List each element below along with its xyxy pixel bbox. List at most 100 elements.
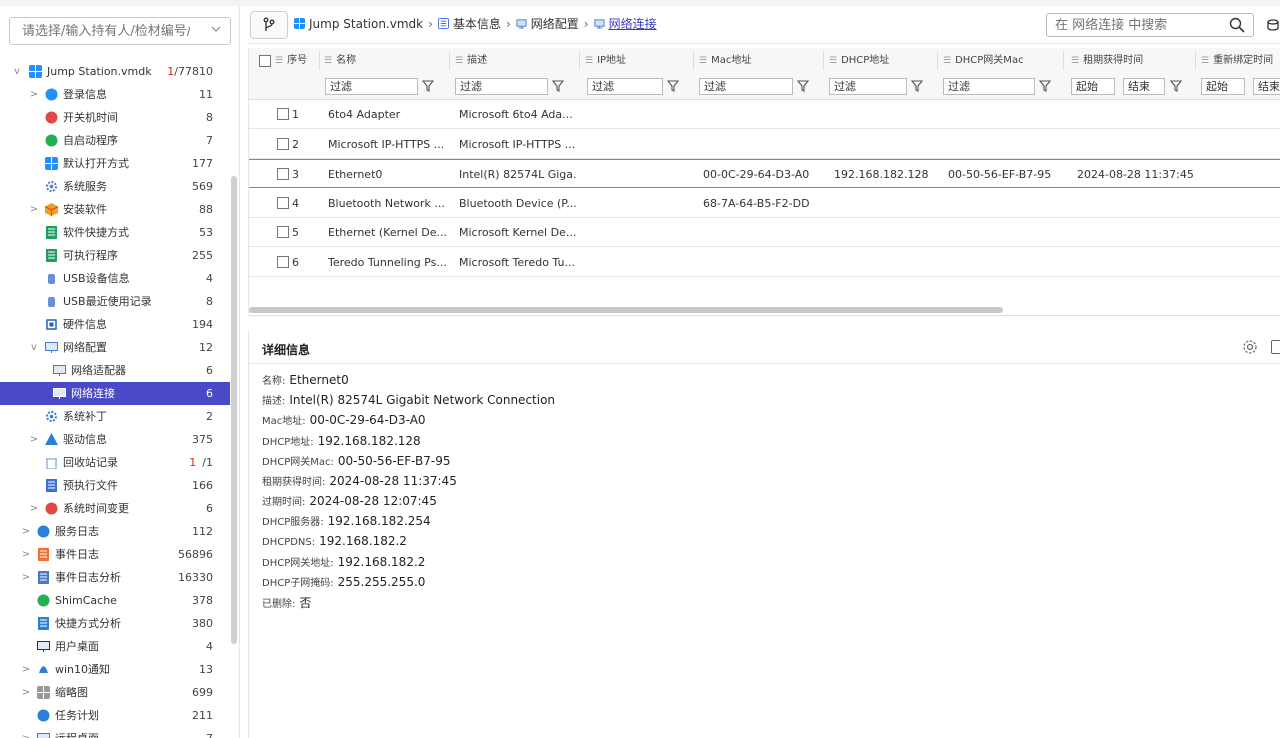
search-input[interactable] (1047, 14, 1217, 36)
tree-item-27[interactable]: 任务计划 211 (0, 704, 230, 727)
export-icon[interactable] (1266, 18, 1280, 32)
expand-arrow-icon[interactable]: > (21, 658, 31, 681)
filter-icon[interactable] (422, 79, 434, 93)
select-all-checkbox[interactable] (259, 55, 271, 67)
tree-item-11[interactable]: v 网络配置 12 (0, 336, 230, 359)
tree-item-25[interactable]: > win10通知 13 (0, 658, 230, 681)
filter-desc-input[interactable]: 过滤 (455, 78, 548, 95)
tree-item-7[interactable]: 可执行程序 255 (0, 244, 230, 267)
tree-item-16[interactable]: 回收站记录 1/1 (0, 451, 230, 474)
column-header-rebind[interactable]: ☰ 重新绑定时间 (1201, 48, 1273, 74)
expand-arrow-icon[interactable]: > (29, 198, 39, 221)
column-divider[interactable] (319, 52, 320, 70)
tree-item-12[interactable]: 网络适配器 6 (0, 359, 230, 382)
tree-item-14[interactable]: 系统补丁 2 (0, 405, 230, 428)
table-row[interactable]: 1 6to4 Adapter Microsoft 6to4 Ada... (249, 100, 1280, 129)
filter-icon[interactable] (1039, 79, 1051, 93)
table-row[interactable]: 5 Ethernet (Kernel De... Microsoft Kernel … (249, 218, 1280, 247)
row-checkbox[interactable] (277, 108, 289, 120)
tree-item-26[interactable]: > 缩略图 699 (0, 681, 230, 704)
collapse-arrow-icon[interactable]: v (12, 60, 22, 83)
column-header-dhcp[interactable]: ☰ DHCP地址 (829, 48, 889, 74)
column-divider[interactable] (449, 52, 450, 70)
search-icon[interactable] (1229, 17, 1245, 33)
expand-arrow-icon[interactable]: > (21, 681, 31, 704)
panel-toggle-icon[interactable] (1271, 340, 1280, 354)
tree-item-1[interactable]: 开关机时间 8 (0, 106, 230, 129)
tree-item-10[interactable]: 硬件信息 194 (0, 313, 230, 336)
filter-dhcp-input[interactable]: 过滤 (829, 78, 907, 95)
column-header-ip[interactable]: ☰ IP地址 (585, 48, 626, 74)
horizontal-scrollbar[interactable] (249, 307, 1003, 313)
tree-item-6[interactable]: 软件快捷方式 53 (0, 221, 230, 244)
row-checkbox[interactable] (277, 168, 289, 180)
filter-name-input[interactable]: 过滤 (325, 78, 418, 95)
tree-item-15[interactable]: > 驱动信息 375 (0, 428, 230, 451)
tree-item-13[interactable]: 网络连接 6 (0, 382, 230, 405)
expand-arrow-icon[interactable]: > (21, 520, 31, 543)
table-search[interactable] (1046, 13, 1254, 37)
tree-item-4[interactable]: 系统服务 569 (0, 175, 230, 198)
tree-item-23[interactable]: 快捷方式分析 380 (0, 612, 230, 635)
crumb-evidence[interactable]: Jump Station.vmdk › (294, 17, 438, 31)
filter-lease-start[interactable]: 起始 (1071, 78, 1115, 95)
tree-item-2[interactable]: 自启动程序 7 (0, 129, 230, 152)
expand-arrow-icon[interactable]: > (29, 83, 39, 106)
column-header-no[interactable]: ☰ 序号 (275, 48, 307, 74)
tree-item-19[interactable]: > 服务日志 112 (0, 520, 230, 543)
evidence-select-input[interactable] (10, 18, 190, 44)
filter-rebind-end[interactable]: 结束 (1253, 78, 1280, 95)
row-checkbox[interactable] (277, 226, 289, 238)
expand-arrow-icon[interactable]: > (21, 566, 31, 589)
tree-item-17[interactable]: 预执行文件 166 (0, 474, 230, 497)
tree-item-22[interactable]: ShimCache 378 (0, 589, 230, 612)
filter-icon[interactable] (1170, 79, 1182, 93)
tree-item-0[interactable]: > 登录信息 11 (0, 83, 230, 106)
crumb-basic-info[interactable]: 基本信息 › (437, 15, 516, 32)
expand-arrow-icon[interactable]: > (29, 428, 39, 451)
column-divider[interactable] (579, 52, 580, 70)
table-row[interactable]: 6 Teredo Tunneling Ps... Microsoft Teredo … (249, 248, 1280, 277)
row-checkbox[interactable] (277, 196, 289, 209)
chevron-down-icon[interactable] (211, 24, 221, 34)
column-divider[interactable] (1195, 52, 1196, 70)
column-header-name[interactable]: ☰ 名称 (324, 48, 356, 74)
tree-item-24[interactable]: 用户桌面 4 (0, 635, 230, 658)
sidebar-scrollbar[interactable] (231, 176, 237, 644)
column-header-desc[interactable]: ☰ 描述 (455, 48, 487, 74)
tree-item-20[interactable]: > 事件日志 56896 (0, 543, 230, 566)
tree-item-8[interactable]: USB设备信息 4 (0, 267, 230, 290)
tree-item-3[interactable]: 默认打开方式 177 (0, 152, 230, 175)
filter-icon[interactable] (667, 79, 679, 93)
crumb-network-config[interactable]: 网络配置 › (516, 15, 594, 32)
expand-arrow-icon[interactable]: > (21, 727, 31, 738)
filter-lease-end[interactable]: 结束 (1123, 78, 1165, 95)
table-row[interactable]: 2 Microsoft IP-HTTPS ... Microsoft IP-HTTP… (249, 130, 1280, 159)
table-row[interactable]: 4 Bluetooth Network ... Bluetooth Device (… (249, 189, 1280, 218)
evidence-select[interactable] (9, 17, 231, 45)
tree-item-21[interactable]: > 事件日志分析 16330 (0, 566, 230, 589)
tree-item-5[interactable]: > 安装软件 88 (0, 198, 230, 221)
branch-button[interactable] (250, 11, 288, 39)
column-divider[interactable] (937, 52, 938, 70)
filter-rebind-start[interactable]: 起始 (1201, 78, 1245, 95)
gear-icon[interactable] (1242, 339, 1258, 355)
row-checkbox[interactable] (277, 137, 289, 150)
collapse-arrow-icon[interactable]: v (29, 336, 39, 359)
tree-item-28[interactable]: > 远程桌面 7 (0, 727, 230, 738)
table-row[interactable]: 3 Ethernet0 Intel(R) 82574L Giga... 00-0C-2… (249, 159, 1280, 188)
column-divider[interactable] (1063, 52, 1064, 70)
column-header-gwmac[interactable]: ☰ DHCP网关Mac (943, 48, 1024, 74)
tree-item-9[interactable]: USB最近使用记录 8 (0, 290, 230, 313)
column-divider[interactable] (823, 52, 824, 70)
filter-gwmac-input[interactable]: 过滤 (943, 78, 1035, 95)
column-divider[interactable] (693, 52, 694, 70)
filter-mac-input[interactable]: 过滤 (699, 78, 793, 95)
row-checkbox[interactable] (277, 255, 289, 268)
column-header-lease[interactable]: ☰ 租期获得时间 (1071, 48, 1143, 74)
tree-root[interactable]: v Jump Station.vmdk 1/77810 (0, 60, 230, 83)
filter-icon[interactable] (552, 79, 564, 93)
column-header-mac[interactable]: ☰ Mac地址 (699, 48, 751, 74)
crumb-network-connection[interactable]: 网络连接 (594, 15, 657, 32)
filter-icon[interactable] (911, 79, 923, 93)
